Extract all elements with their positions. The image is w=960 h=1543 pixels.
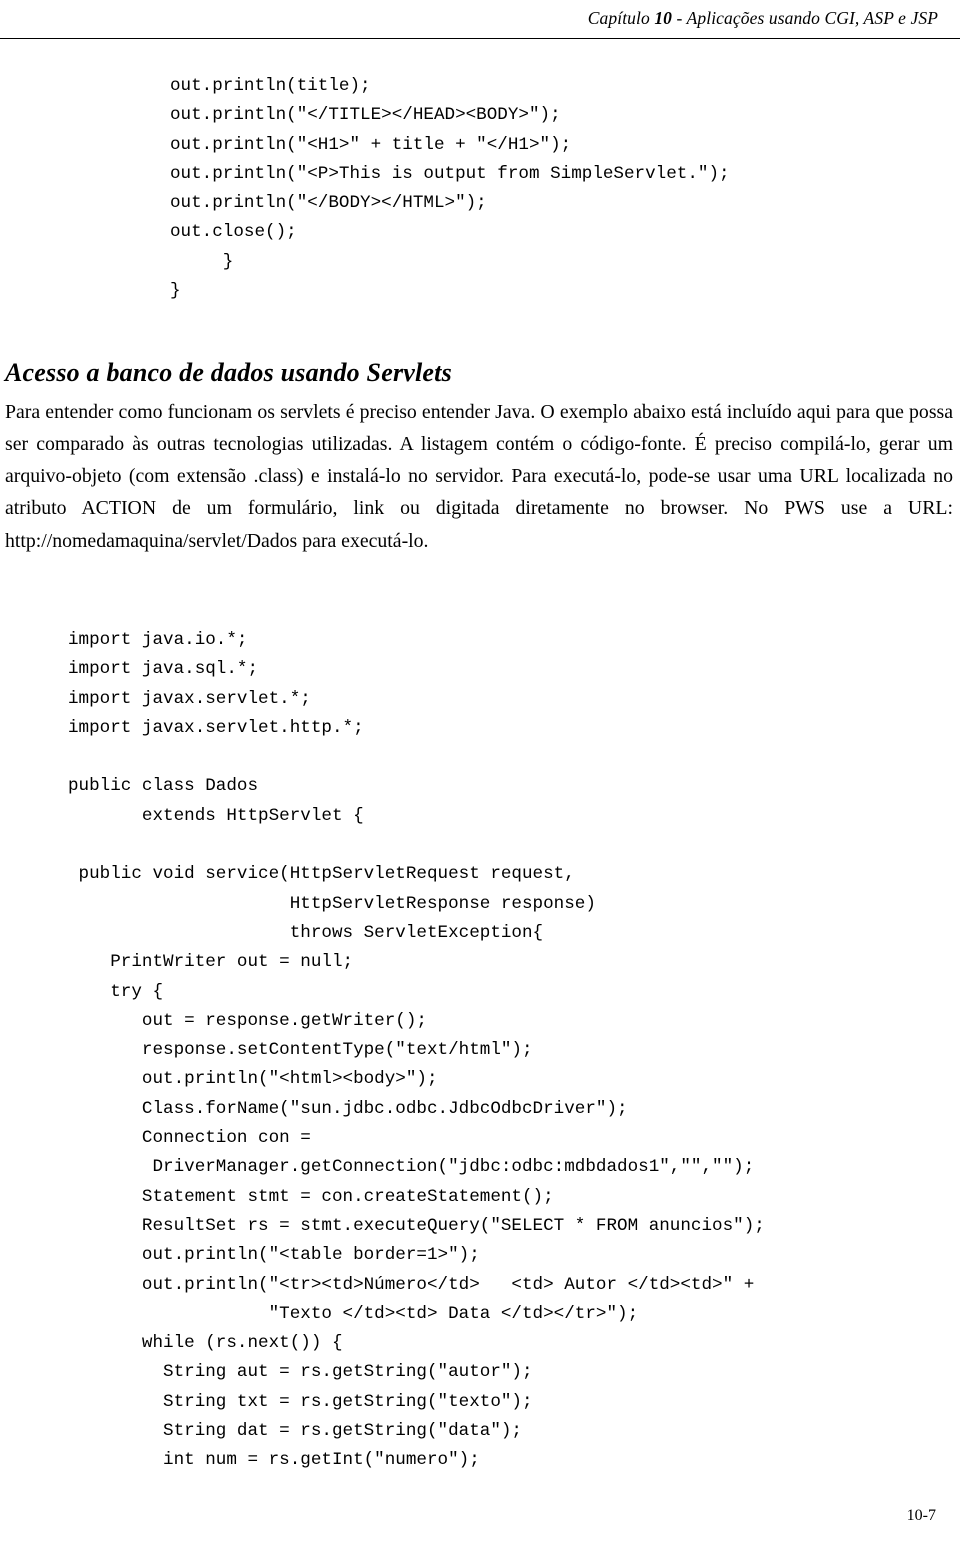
page-number: 10-7	[906, 1507, 936, 1524]
code-block-servlet-output: out.println(title); out.println("</TITLE…	[170, 76, 730, 302]
header-divider	[0, 38, 960, 39]
running-head-rest: - Aplicações usando CGI, ASP e JSP	[672, 8, 938, 28]
section-heading: Acesso a banco de dados usando Servlets	[5, 357, 452, 387]
running-head-prefix: Capítulo	[587, 8, 655, 28]
section-paragraph: Para entender como funcionam os servlets…	[5, 400, 953, 552]
page-header: Capítulo 10 - Aplicações usando CGI, ASP…	[0, 0, 960, 46]
running-head: Capítulo 10 - Aplicações usando CGI, ASP…	[588, 8, 938, 29]
running-head-chapter-number: 10	[654, 8, 673, 28]
code-block-dados-servlet: import java.io.*; import java.sql.*; imp…	[68, 630, 765, 1471]
document-page: Capítulo 10 - Aplicações usando CGI, ASP…	[0, 0, 960, 1543]
